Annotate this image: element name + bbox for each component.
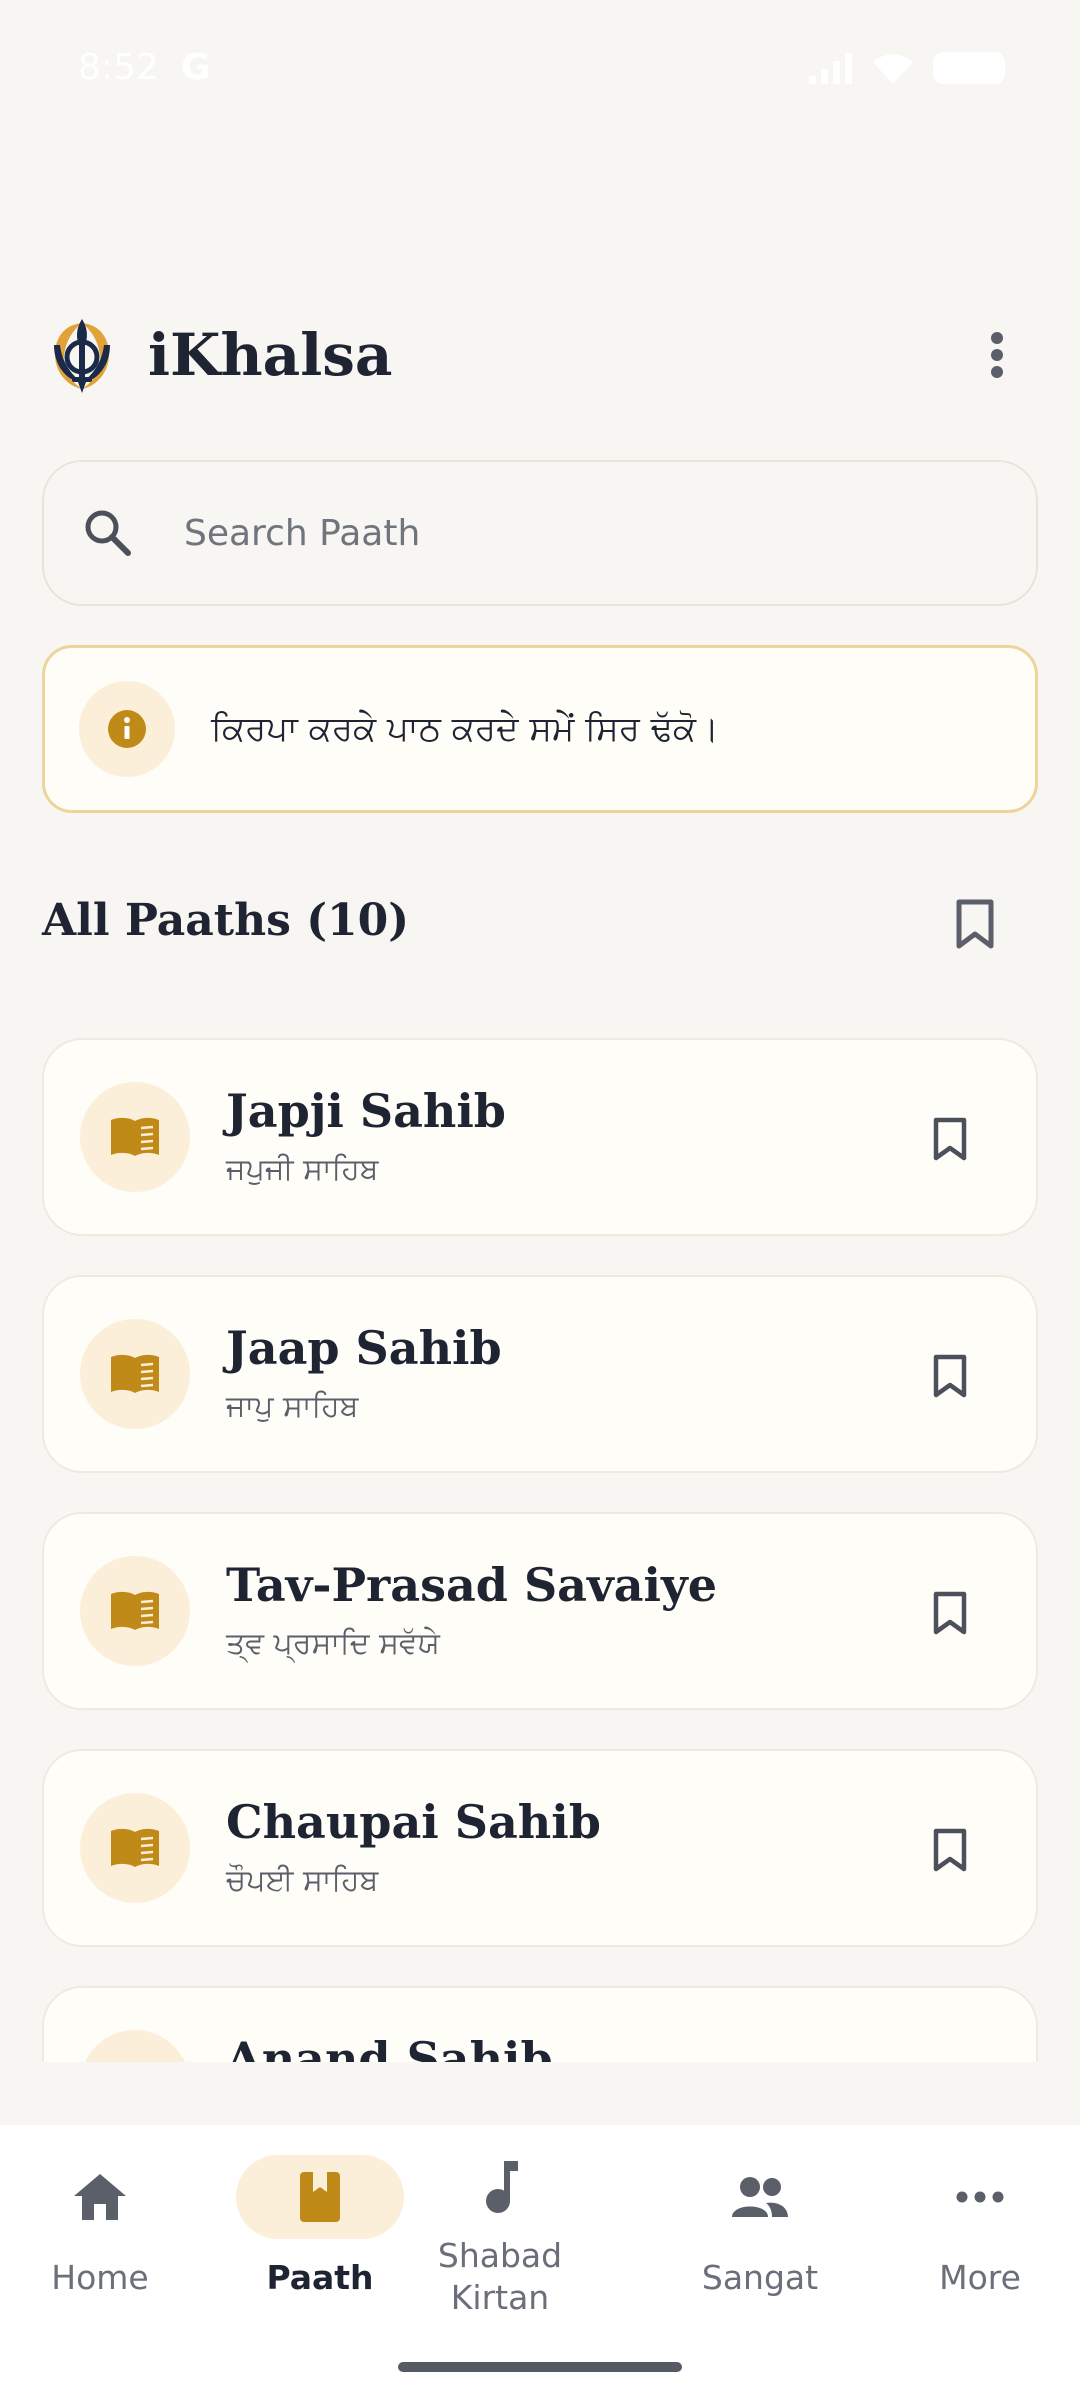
nav-shabad-pill	[416, 2145, 584, 2229]
google-icon: G	[180, 47, 211, 88]
bookmarks-filter-button[interactable]	[945, 892, 1005, 956]
paath-list[interactable]: Japji Sahib ਜਪੁਜੀ ਸਾਹਿਬ Jaap Sahib ਜਾਪੁ …	[0, 1030, 1080, 2062]
search-bar[interactable]	[42, 460, 1038, 606]
home-indicator[interactable]	[398, 2362, 682, 2372]
more-vertical-icon	[991, 332, 1003, 378]
bookmark-icon	[956, 899, 994, 949]
nav-shabad-label-line2: Kirtan	[450, 2278, 550, 2317]
nav-shabad-label-line1: Shabad	[437, 2236, 563, 2275]
bookmark-button[interactable]	[928, 1112, 972, 1166]
paath-title: Tav-Prasad Savaiye	[226, 1558, 717, 1612]
home-icon	[74, 2174, 126, 2220]
nav-home-label: Home	[51, 2258, 149, 2297]
book-icon-container	[80, 1793, 190, 1903]
book-icon	[300, 2172, 340, 2222]
notice-text: ਕਿਰਪਾ ਕਰਕੇ ਪਾਠ ਕਰਦੇ ਸਮੇਂ ਸਿਰ ਢੱਕੋ।	[211, 709, 719, 749]
nav-more-label: More	[939, 2258, 1021, 2297]
battery-icon	[933, 51, 1005, 84]
status-time: 8:52	[78, 47, 159, 88]
search-icon	[85, 510, 131, 556]
more-horizontal-icon	[956, 2191, 1004, 2203]
wifi-icon	[873, 53, 913, 84]
bookmark-icon	[933, 1354, 967, 1398]
paath-card-jaap-sahib[interactable]: Jaap Sahib ਜਾਪੁ ਸਾਹਿਬ	[42, 1275, 1038, 1473]
paath-card-japji-sahib[interactable]: Japji Sahib ਜਪੁਜੀ ਸਾਹਿਬ	[42, 1038, 1038, 1236]
book-icon-container	[80, 1082, 190, 1192]
info-icon	[108, 710, 146, 748]
paath-title: Jaap Sahib	[226, 1321, 502, 1375]
book-icon	[111, 1828, 159, 1867]
book-icon	[111, 1354, 159, 1393]
paath-card-tav-prasad-savaiye[interactable]: Tav-Prasad Savaiye ਤ੍ਵ ਪ੍ਰਸਾਦਿ ਸਵੱਯੇ	[42, 1512, 1038, 1710]
paath-card-anand-sahib[interactable]: Anand Sahib	[42, 1986, 1038, 2062]
nav-home[interactable]: Home	[0, 2155, 200, 2355]
paath-card-chaupai-sahib[interactable]: Chaupai Sahib ਚੌਪਈ ਸਾਹਿਬ	[42, 1749, 1038, 1947]
khanda-logo-icon	[54, 319, 110, 393]
status-left: 8:52 G	[78, 47, 210, 88]
bookmark-button[interactable]	[928, 1586, 972, 1640]
signal-icon	[809, 52, 852, 84]
bookmark-button[interactable]	[928, 1823, 972, 1877]
status-icons	[809, 51, 1005, 85]
bookmark-icon	[933, 1117, 967, 1161]
paath-subtitle: ਤ੍ਵ ਪ੍ਰਸਾਦਿ ਸਵੱਯੇ	[226, 1626, 440, 1661]
music-note-icon	[486, 2161, 518, 2213]
nav-paath-label: Paath	[266, 2258, 374, 2297]
book-icon	[111, 1591, 159, 1630]
book-icon-container	[80, 1556, 190, 1666]
nav-sangat-pill	[676, 2155, 844, 2239]
overflow-menu-button[interactable]	[952, 310, 1042, 400]
paath-subtitle: ਚੌਪਈ ਸਾਹਿਬ	[226, 1863, 379, 1898]
status-bar: 8:52 G	[0, 0, 1080, 135]
book-icon	[111, 1117, 159, 1156]
search-input[interactable]	[182, 511, 986, 555]
people-icon	[732, 2177, 788, 2217]
bookmark-icon	[933, 1828, 967, 1872]
app-title: iKhalsa	[148, 321, 393, 389]
head-covering-notice: ਕਿਰਪਾ ਕਰਕੇ ਪਾਠ ਕਰਦੇ ਸਮੇਂ ਸਿਰ ਢੱਕੋ।	[42, 645, 1038, 813]
paath-subtitle: ਜਾਪੁ ਸਾਹਿਬ	[226, 1389, 359, 1424]
nav-sangat[interactable]: Sangat	[660, 2155, 860, 2355]
paath-title: Japji Sahib	[226, 1084, 506, 1138]
book-icon-container	[80, 2030, 190, 2062]
paath-title: Chaupai Sahib	[226, 1795, 601, 1849]
paath-title: Anand Sahib	[226, 2032, 553, 2062]
nav-more-pill	[896, 2155, 1064, 2239]
bookmark-icon	[933, 1591, 967, 1635]
bookmark-button[interactable]	[928, 1349, 972, 1403]
nav-more[interactable]: More	[880, 2155, 1080, 2355]
nav-home-pill	[16, 2155, 184, 2239]
section-title: All Paaths (10)	[42, 895, 410, 946]
nav-paath[interactable]: Paath	[220, 2155, 420, 2355]
nav-sangat-label: Sangat	[701, 2258, 819, 2297]
book-icon-container	[80, 1319, 190, 1429]
nav-shabad-kirtan[interactable]: Shabad Kirtan	[400, 2145, 600, 2345]
app-header: iKhalsa	[42, 310, 1042, 400]
bottom-navigation: Home Paath Shabad Kirtan Sangat More	[0, 2125, 1080, 2400]
paath-subtitle: ਜਪੁਜੀ ਸਾਹਿਬ	[226, 1152, 379, 1187]
nav-shabad-label: Shabad Kirtan	[438, 2235, 562, 2319]
nav-paath-pill	[236, 2155, 404, 2239]
notice-icon-container	[79, 681, 175, 777]
